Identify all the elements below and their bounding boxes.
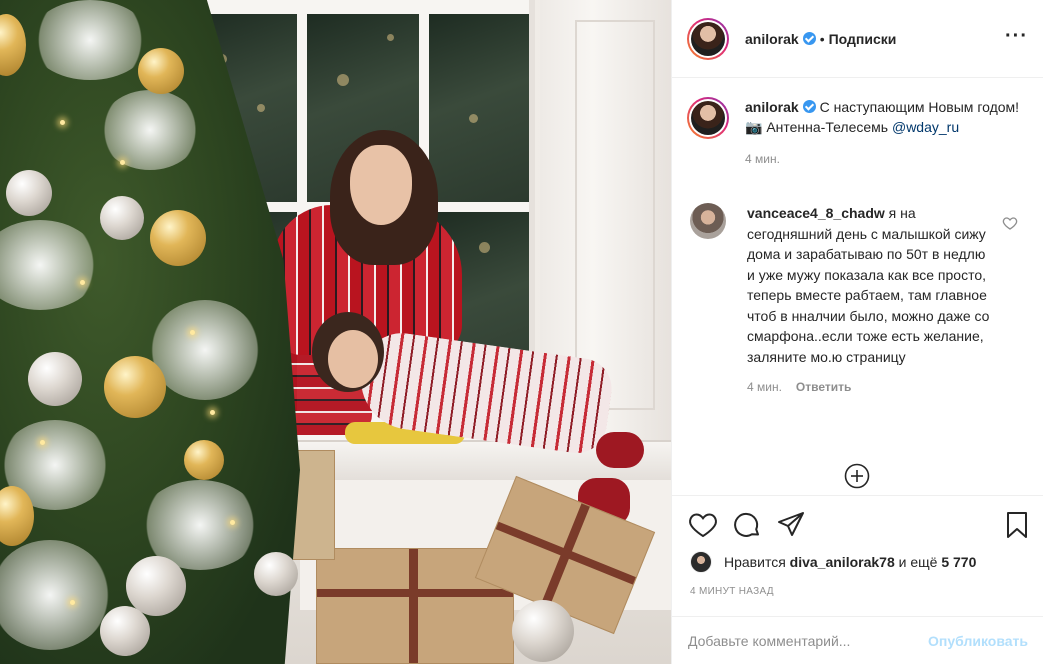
more-options-icon[interactable]: ··· [1005, 26, 1028, 46]
caption: anilorak С наступающим Новым годом! 📷 Ан… [687, 97, 1032, 169]
post-photo[interactable] [0, 0, 671, 664]
ornament [512, 600, 574, 662]
ornament [100, 196, 144, 240]
comment-icon[interactable] [732, 510, 762, 540]
post-sidebar: anilorak • Подписки ··· anilorak С наступа… [671, 0, 1043, 664]
commenter-username[interactable]: vanceace4_8_chadw [747, 205, 885, 221]
column-panel [575, 20, 655, 410]
separator-dot: • [819, 30, 825, 47]
window-pane [429, 14, 529, 202]
comment-input[interactable]: Добавьте комментарий... [688, 633, 928, 649]
likes-middle: и ещё [898, 554, 938, 570]
likes-prefix: Нравится [724, 554, 786, 570]
likes-count[interactable]: 5 770 [941, 554, 976, 570]
photo-credit: 📷 Антенна-Телесемь [745, 119, 892, 135]
mention-link[interactable]: @wday_ru [892, 119, 959, 135]
ornament [28, 352, 82, 406]
ornament [6, 170, 52, 216]
caption-avatar[interactable] [687, 97, 729, 139]
child-face [328, 330, 378, 388]
ornament [104, 356, 166, 418]
feather-decor [150, 300, 260, 400]
author-username[interactable]: anilorak [745, 31, 799, 47]
ornament [254, 552, 298, 596]
following-button[interactable]: Подписки [829, 31, 897, 47]
reply-button[interactable]: Ответить [796, 380, 851, 394]
comment-meta: 4 мин. Ответить [747, 377, 995, 398]
comment-text: я на сегодняшний день с малышкой сижу до… [747, 205, 990, 365]
liker-username[interactable]: diva_anilorak78 [790, 554, 895, 570]
caption-text: anilorak С наступающим Новым годом! 📷 Ан… [745, 97, 1025, 169]
ornament [100, 606, 150, 656]
comments-section: anilorak С наступающим Новым годом! 📷 Ан… [672, 79, 1043, 495]
verified-badge-icon [802, 31, 816, 45]
commenter-avatar[interactable] [690, 203, 726, 239]
post-actions: Нравится diva_anilorak78 и ещё 5 770 4 м… [672, 495, 1043, 664]
liker-avatar[interactable] [690, 551, 712, 573]
feather-decor [100, 90, 200, 170]
author-avatar[interactable] [687, 17, 729, 60]
share-icon[interactable] [776, 510, 806, 540]
woman-face [350, 145, 412, 225]
post-header: anilorak • Подписки ··· [672, 0, 1043, 78]
ornament [126, 556, 186, 616]
slipper [596, 432, 644, 468]
ornament [184, 440, 224, 480]
plus-circle-icon[interactable] [844, 463, 870, 489]
ornament [150, 210, 206, 266]
caption-time[interactable]: 4 мин. [745, 149, 1025, 169]
post-timestamp[interactable]: 4 минут назад [690, 586, 774, 597]
feather-decor [30, 0, 150, 80]
bookmark-icon[interactable] [1002, 510, 1032, 540]
verified-badge-icon [802, 100, 816, 113]
caption-username[interactable]: anilorak [745, 99, 799, 115]
comment: vanceace4_8_chadw я на сегодняшний день … [690, 203, 1030, 398]
caption-line: С наступающим Новым годом! [819, 99, 1020, 115]
post-frame: anilorak • Подписки ··· anilorak С наступа… [0, 0, 1043, 664]
publish-button[interactable]: Опубликовать [928, 633, 1028, 649]
ornament [138, 48, 184, 94]
comment-heart-icon[interactable] [1002, 215, 1018, 231]
likes-summary: Нравится diva_anilorak78 и ещё 5 770 [690, 551, 976, 573]
heart-icon[interactable] [688, 510, 718, 540]
add-comment-bar: Добавьте комментарий... Опубликовать [672, 616, 1043, 664]
comment-time[interactable]: 4 мин. [747, 380, 782, 394]
